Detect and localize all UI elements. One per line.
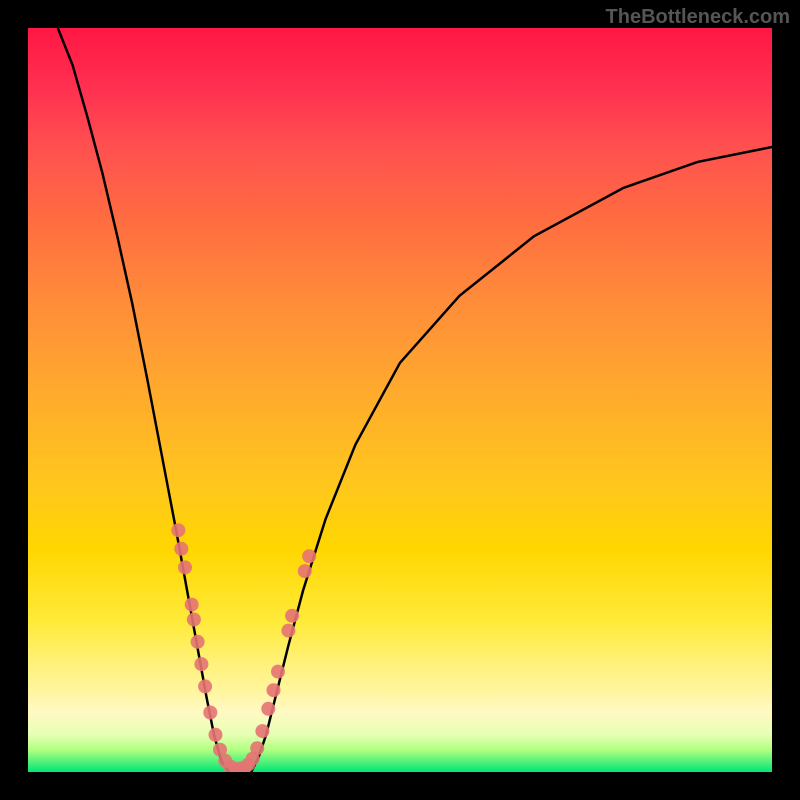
scatter-dot: [174, 542, 188, 556]
plot-area: [28, 28, 772, 772]
scatter-dot: [298, 564, 312, 578]
scatter-dot: [255, 724, 269, 738]
scatter-dot: [178, 560, 192, 574]
scatter-dot: [261, 702, 275, 716]
scatter-dot: [302, 549, 316, 563]
scatter-dot: [209, 728, 223, 742]
scatter-dot: [198, 679, 212, 693]
scatter-dot: [285, 609, 299, 623]
scatter-dot: [194, 657, 208, 671]
scatter-dot: [271, 665, 285, 679]
scatter-dot: [281, 624, 295, 638]
scatter-dot: [203, 706, 217, 720]
scatter-dot: [267, 683, 281, 697]
scatter-dot: [191, 635, 205, 649]
scatter-dot: [185, 598, 199, 612]
scatter-dot: [187, 613, 201, 627]
scatter-dot: [250, 741, 264, 755]
scatter-dots: [171, 523, 316, 772]
watermark-text: TheBottleneck.com: [606, 6, 790, 29]
curve-right: [251, 147, 772, 772]
chart-svg: [28, 28, 772, 772]
scatter-dot: [171, 523, 185, 537]
